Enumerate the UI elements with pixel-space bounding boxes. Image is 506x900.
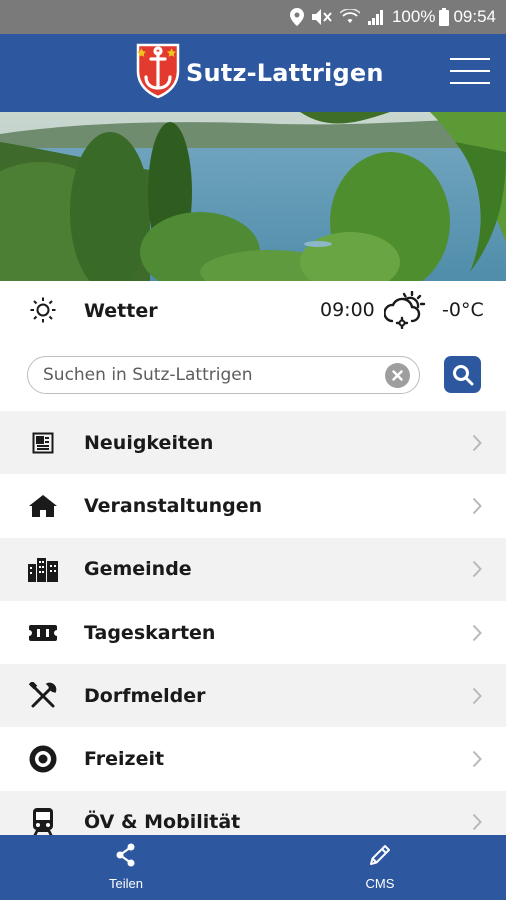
search-box[interactable] <box>27 356 420 394</box>
menu-item-veranstaltungen[interactable]: Veranstaltungen <box>0 474 506 538</box>
tent-icon <box>28 491 58 521</box>
menu-item-label: Neuigkeiten <box>84 431 214 454</box>
cms-tab[interactable]: CMS <box>335 843 425 891</box>
share-icon <box>116 843 136 870</box>
battery-icon <box>439 8 450 26</box>
cms-tab-label: CMS <box>365 876 395 891</box>
menu-item-tageskarten[interactable]: Tageskarten <box>0 600 506 665</box>
menu-item-label: Freizeit <box>84 748 165 771</box>
target-icon <box>28 744 58 774</box>
search-row <box>0 339 506 411</box>
bottom-navigation: Teilen CMS <box>0 835 506 900</box>
weather-label: Wetter <box>84 300 158 322</box>
train-icon <box>28 807 58 837</box>
share-tab-label: Teilen <box>109 876 143 891</box>
chevron-right-icon <box>472 624 482 647</box>
hamburger-line <box>450 82 490 84</box>
weather-temperature: -0°C <box>442 299 484 321</box>
sun-icon <box>30 297 56 328</box>
clear-search-button[interactable] <box>385 363 410 388</box>
hamburger-line <box>450 58 490 60</box>
menu-item-label: Gemeinde <box>84 558 192 581</box>
search-icon <box>452 364 473 385</box>
status-time: 09:54 <box>453 7 496 26</box>
chevron-right-icon <box>472 497 482 520</box>
signal-icon <box>367 9 384 25</box>
pencil-icon <box>368 843 392 870</box>
coat-of-arms-logo <box>136 43 180 104</box>
newspaper-icon <box>28 428 58 458</box>
share-tab[interactable]: Teilen <box>81 843 171 891</box>
menu-item-gemeinde[interactable]: Gemeinde <box>0 537 506 601</box>
buildings-icon <box>28 554 58 584</box>
battery-percent: 100% <box>391 7 436 26</box>
hamburger-line <box>450 70 490 72</box>
wifi-icon <box>339 9 360 25</box>
chevron-right-icon <box>472 687 482 710</box>
search-input[interactable] <box>43 365 373 385</box>
location-icon <box>289 8 304 26</box>
app-screen: 100% 09:54 Sutz-Lattrigen Wetter 09:00 -… <box>0 0 506 900</box>
mute-icon <box>311 8 332 26</box>
menu-item-label: Tageskarten <box>84 621 216 644</box>
status-bar: 100% 09:54 <box>0 0 506 34</box>
menu-item-label: ÖV & Mobilität <box>84 811 241 834</box>
chevron-right-icon <box>472 750 482 773</box>
chevron-right-icon <box>472 813 482 836</box>
hamburger-menu-button[interactable] <box>450 58 490 88</box>
menu-item-dorfmelder[interactable]: Dorfmelder <box>0 664 506 728</box>
hero-lake-image <box>0 112 506 281</box>
chevron-right-icon <box>472 560 482 583</box>
weather-bar[interactable]: Wetter 09:00 -0°C <box>0 281 506 339</box>
weather-time: 09:00 <box>320 299 375 321</box>
app-header: Sutz-Lattrigen <box>0 34 506 112</box>
menu-item-neuigkeiten[interactable]: Neuigkeiten <box>0 411 506 475</box>
brand[interactable]: Sutz-Lattrigen <box>136 43 384 104</box>
menu-item-label: Veranstaltungen <box>84 494 263 517</box>
app-title: Sutz-Lattrigen <box>186 59 384 87</box>
close-icon <box>392 370 403 381</box>
menu-item-freizeit[interactable]: Freizeit <box>0 727 506 791</box>
menu-item-label: Dorfmelder <box>84 684 206 707</box>
tools-icon <box>28 681 58 711</box>
main-menu: Neuigkeiten Veranstaltungen Gemeinde Tag… <box>0 411 506 855</box>
search-button[interactable] <box>444 356 481 393</box>
chevron-right-icon <box>472 434 482 457</box>
sun-cloud-icon <box>383 290 426 334</box>
ticket-icon <box>28 618 58 648</box>
